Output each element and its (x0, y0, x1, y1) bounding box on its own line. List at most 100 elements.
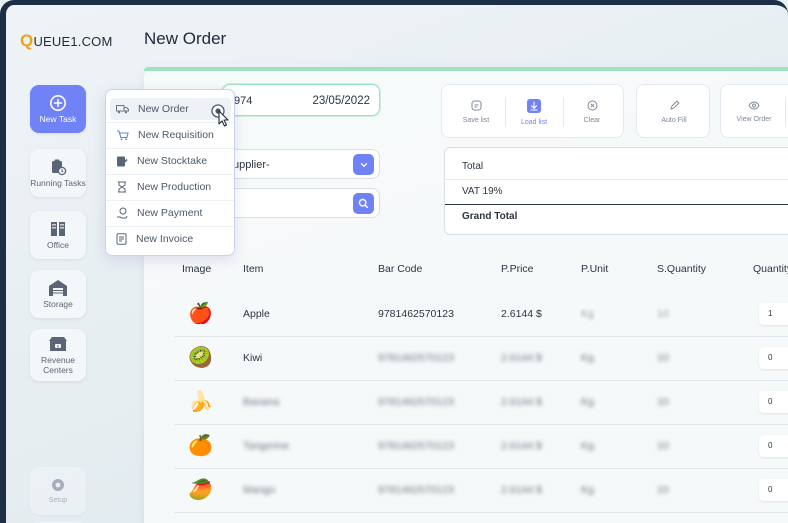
save-list-button[interactable]: Save list (456, 85, 496, 139)
item-unit: Kg (581, 440, 594, 452)
item-squantity: 10 (657, 352, 669, 364)
table-row[interactable]: 🥝 Kiwi 9781462570123 2.6144 $ Kg 10 0 (174, 337, 788, 380)
item-squantity: 10 (657, 440, 669, 452)
column-header-quantity: Quantity (753, 263, 788, 275)
mouse-cursor-icon (211, 104, 229, 127)
item-unit: Kg (581, 396, 594, 408)
column-header-unit: P.Unit (581, 263, 609, 275)
total-label: Total (462, 161, 484, 172)
view-order-label: View Order (736, 116, 772, 123)
download-icon (527, 98, 541, 113)
totals-divider (445, 204, 788, 205)
menu-item-label: New Production (137, 181, 212, 193)
grand-total-label: Grand Total (462, 211, 518, 222)
app-window: QUEUE1.COM New Order New Task Running Ta… (0, 0, 788, 523)
quantity-input[interactable]: 1 (759, 303, 788, 325)
sidebar-item-label: Setup (48, 497, 68, 505)
auto-fill-label: Auto Fill (661, 117, 687, 124)
column-header-squantity: S.Quantity (657, 263, 707, 275)
menu-divider (106, 226, 234, 227)
menu-item-new-stocktake[interactable]: New Stocktake (110, 150, 231, 172)
production-icon (118, 181, 126, 193)
quantity-input[interactable]: 0 (759, 347, 788, 369)
column-header-price: P.Price (501, 263, 534, 275)
item-name: Kiwi (243, 352, 263, 364)
item-search-input[interactable] (222, 188, 380, 218)
menu-divider (106, 174, 234, 175)
item-name: Apple (243, 308, 270, 320)
view-toolbar: View Order (720, 84, 788, 138)
clear-label: Clear (583, 117, 601, 124)
menu-item-new-production[interactable]: New Production (110, 176, 231, 198)
quantity-input[interactable]: 0 (759, 479, 788, 501)
item-name: Banana (243, 396, 280, 408)
tangerine-image: 🍊 (188, 435, 213, 457)
sidebar-item-running-tasks[interactable]: Running Tasks (30, 149, 86, 197)
menu-item-label: New Requisition (138, 129, 214, 141)
view-order-button[interactable]: View Order (731, 85, 777, 139)
menu-item-label: New Order (138, 103, 189, 115)
item-barcode: 9781462570123 (378, 440, 454, 452)
auto-fill-button[interactable]: Auto Fill (637, 85, 711, 139)
supplier-dropdown-button[interactable] (353, 154, 374, 175)
item-price: 2.6144 $ (501, 352, 542, 364)
toolbar-divider (563, 97, 564, 127)
table-row[interactable]: 🍎 Apple 9781462570123 2.6144 $ Kg 10 1 (174, 293, 788, 336)
load-list-button[interactable]: Load list (514, 85, 554, 139)
menu-divider (106, 200, 234, 201)
menu-item-label: New Payment (137, 207, 203, 219)
logo-text: UEUE1.COM (33, 34, 113, 49)
item-unit: Kg (581, 484, 594, 496)
search-button[interactable] (353, 193, 374, 214)
menu-item-new-payment[interactable]: New Payment (110, 202, 231, 224)
item-price: 2.6144 $ (501, 396, 542, 408)
gear-icon (52, 479, 64, 492)
table-row[interactable]: 🍌 Banana 9781462570123 2.6144 $ Kg 10 0 (174, 381, 788, 424)
clear-button[interactable]: Clear (572, 85, 612, 139)
mango-image: 🥭 (188, 479, 213, 501)
clear-icon (587, 100, 597, 111)
sidebar-item-revenue-centers[interactable]: $ Revenue Centers (30, 329, 86, 381)
load-list-label: Load list (520, 118, 548, 126)
menu-item-new-invoice[interactable]: New Invoice (110, 228, 231, 250)
sidebar-item-setup[interactable]: Setup (30, 467, 86, 515)
item-name: Mango (243, 484, 276, 496)
menu-divider (106, 148, 234, 149)
item-unit: Kg (581, 308, 594, 320)
app-logo[interactable]: QUEUE1.COM (20, 31, 113, 51)
clipboard-edit-icon (117, 156, 128, 167)
supplier-select[interactable]: upplier- (222, 149, 380, 179)
list-toolbar: Save list Load list Clear (441, 84, 624, 138)
quantity-input[interactable]: 0 (759, 435, 788, 457)
item-barcode: 9781462570123 (378, 396, 454, 408)
revenue-shop-icon: $ (49, 336, 67, 351)
banana-image: 🍌 (188, 391, 213, 413)
item-price: 2.6144 $ (501, 440, 542, 452)
eye-icon (748, 101, 760, 110)
quantity-input[interactable]: 0 (759, 391, 788, 413)
top-bar: QUEUE1.COM New Order (6, 5, 788, 69)
office-building-icon (51, 221, 65, 236)
table-row[interactable]: 🥭 Mango 9781462570123 2.6144 $ Kg 10 0 (174, 469, 788, 512)
totals-divider (445, 179, 788, 180)
sidebar-item-label: Revenue Centers (40, 354, 76, 375)
order-number: 974 (234, 95, 253, 107)
sidebar-item-office[interactable]: Office (30, 211, 86, 259)
invoice-icon (116, 233, 127, 245)
row-divider (174, 512, 788, 513)
item-squantity: 10 (657, 484, 669, 496)
supplier-value: upplier- (233, 159, 270, 171)
column-header-item: Item (243, 263, 264, 275)
payment-hand-icon (117, 207, 128, 219)
order-number-date-field[interactable]: 974 23/05/2022 (222, 84, 380, 116)
kiwi-image: 🥝 (188, 347, 213, 369)
sidebar-item-storage[interactable]: Storage (30, 270, 86, 318)
item-barcode: 9781462570123 (378, 484, 454, 496)
menu-item-label: New Stocktake (137, 155, 208, 167)
sidebar-item-new-task[interactable]: New Task (30, 85, 86, 133)
table-row[interactable]: 🍊 Tangerine 9781462570123 2.6144 $ Kg 10… (174, 425, 788, 468)
item-price: 2.6144 $ (501, 308, 542, 320)
order-date: 23/05/2022 (312, 95, 370, 107)
vat-label: VAT 19% (462, 186, 503, 197)
totals-panel: Total VAT 19% Grand Total (444, 147, 788, 235)
